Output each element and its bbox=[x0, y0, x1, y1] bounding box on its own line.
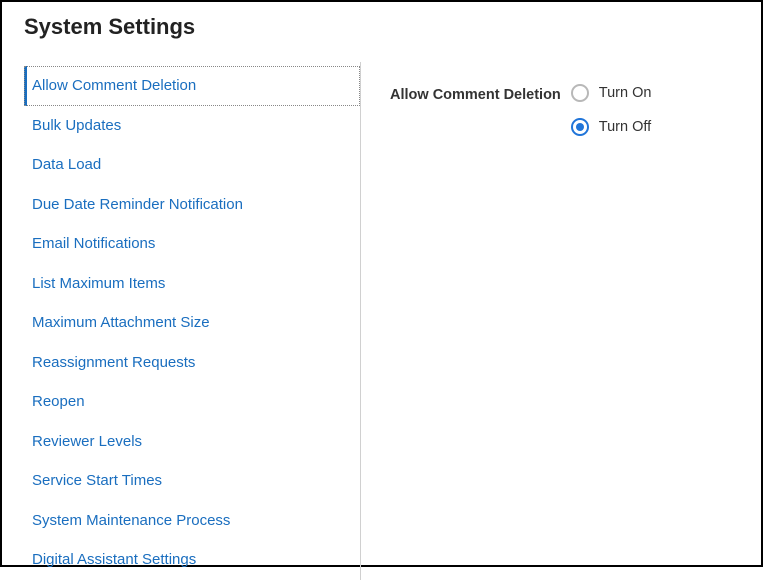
sidebar-item-reassignment-requests[interactable]: Reassignment Requests bbox=[24, 343, 360, 383]
sidebar-item-bulk-updates[interactable]: Bulk Updates bbox=[24, 106, 360, 146]
radio-indicator bbox=[571, 84, 589, 102]
sidebar-item-digital-assistant-settings[interactable]: Digital Assistant Settings bbox=[24, 540, 360, 580]
setting-label: Allow Comment Deletion bbox=[390, 84, 561, 103]
sidebar-item-due-date-reminder-notification[interactable]: Due Date Reminder Notification bbox=[24, 185, 360, 225]
radio-option-turn-off[interactable]: Turn Off bbox=[571, 118, 652, 136]
sidebar-item-reopen[interactable]: Reopen bbox=[24, 382, 360, 422]
vertical-divider bbox=[360, 62, 361, 580]
sidebar-item-allow-comment-deletion[interactable]: Allow Comment Deletion bbox=[24, 66, 360, 106]
radio-option-turn-on[interactable]: Turn On bbox=[571, 84, 652, 102]
sidebar-item-service-start-times[interactable]: Service Start Times bbox=[24, 461, 360, 501]
radio-dot-icon bbox=[576, 123, 584, 131]
settings-sidebar: Allow Comment Deletion Bulk Updates Data… bbox=[20, 62, 360, 580]
radio-label: Turn On bbox=[599, 85, 652, 101]
sidebar-item-email-notifications[interactable]: Email Notifications bbox=[24, 224, 360, 264]
page-title: System Settings bbox=[24, 14, 743, 40]
sidebar-item-maximum-attachment-size[interactable]: Maximum Attachment Size bbox=[24, 303, 360, 343]
sidebar-item-reviewer-levels[interactable]: Reviewer Levels bbox=[24, 422, 360, 462]
sidebar-item-system-maintenance-process[interactable]: System Maintenance Process bbox=[24, 501, 360, 541]
setting-radio-group: Turn On Turn Off bbox=[571, 84, 652, 136]
radio-label: Turn Off bbox=[599, 119, 651, 135]
sidebar-item-data-load[interactable]: Data Load bbox=[24, 145, 360, 185]
settings-detail-panel: Allow Comment Deletion Turn On Turn Off bbox=[360, 62, 743, 580]
sidebar-item-list-maximum-items[interactable]: List Maximum Items bbox=[24, 264, 360, 304]
radio-indicator-selected bbox=[571, 118, 589, 136]
